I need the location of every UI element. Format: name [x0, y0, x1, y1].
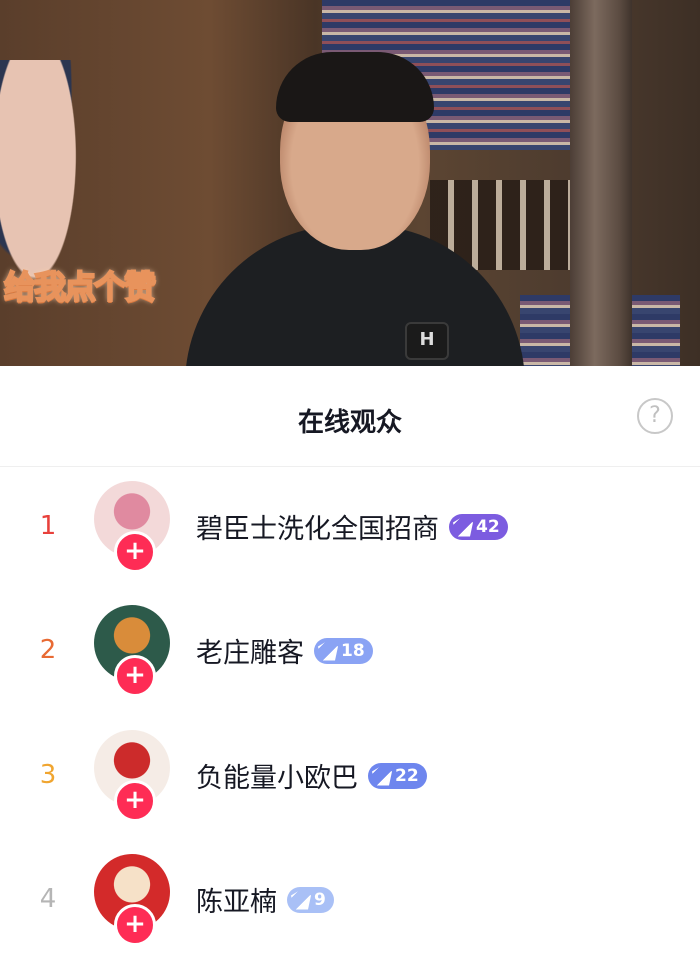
- viewer-row[interactable]: 2 + 老庄雕客 18: [0, 605, 700, 729]
- viewer-row[interactable]: 4 + 陈亚楠 9: [0, 854, 700, 978]
- gem-icon: [318, 640, 338, 661]
- level-value: 18: [341, 640, 365, 661]
- lapel-mic: H: [405, 322, 449, 360]
- wooden-pillar: [570, 0, 632, 366]
- viewer-row[interactable]: 1 + 碧臣士洗化全国招商 42: [0, 481, 700, 605]
- help-icon[interactable]: ?: [637, 398, 673, 434]
- speaker-hair: [276, 52, 434, 122]
- level-badge: 18: [314, 637, 373, 664]
- live-video[interactable]: H 给我点个赞: [0, 0, 700, 366]
- gem-icon: [291, 889, 311, 910]
- gem-icon: [453, 516, 473, 537]
- audience-panel-header: 在线观众 ?: [0, 366, 700, 467]
- rank-number: 1: [39, 511, 57, 541]
- viewer-name-line: 碧臣士洗化全国招商 42: [196, 507, 508, 546]
- viewer-name: 陈亚楠: [196, 887, 277, 918]
- level-badge: 22: [368, 762, 427, 789]
- viewer-name-line: 陈亚楠 9: [196, 880, 334, 919]
- viewer-name: 老庄雕客: [196, 638, 304, 669]
- level-value: 42: [476, 516, 500, 537]
- follow-button[interactable]: +: [114, 780, 156, 822]
- level-value: 22: [395, 765, 419, 786]
- rank-number: 4: [39, 884, 57, 914]
- follow-button[interactable]: +: [114, 655, 156, 697]
- viewer-name-line: 负能量小欧巴 22: [196, 756, 427, 795]
- panel-title: 在线观众: [297, 408, 402, 438]
- follow-button[interactable]: +: [114, 531, 156, 573]
- like-sticker: 给我点个赞: [3, 267, 157, 307]
- rank-number: 2: [39, 635, 57, 665]
- level-badge: 9: [287, 886, 334, 913]
- level-badge: 42: [449, 513, 508, 540]
- gem-icon: [372, 765, 392, 786]
- viewer-name: 负能量小欧巴: [196, 763, 358, 794]
- follow-button[interactable]: +: [114, 904, 156, 946]
- viewer-name: 碧臣士洗化全国招商: [196, 514, 439, 545]
- viewer-name-line: 老庄雕客 18: [196, 631, 373, 670]
- viewer-row[interactable]: 3 + 负能量小欧巴 22: [0, 730, 700, 854]
- mic-logo: H: [419, 329, 435, 350]
- person-left: [0, 60, 110, 366]
- level-value: 9: [314, 889, 326, 910]
- rank-number: 3: [39, 760, 57, 790]
